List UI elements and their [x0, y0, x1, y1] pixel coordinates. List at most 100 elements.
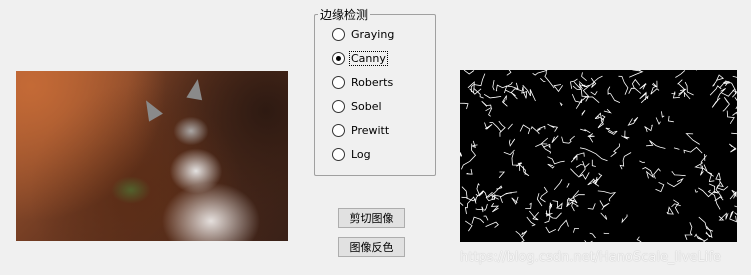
radio-prewitt[interactable]: Prewitt [332, 122, 390, 138]
edge-contour [607, 92, 621, 103]
radio-circle[interactable] [332, 51, 345, 65]
edge-contour [471, 216, 485, 224]
edge-contour [698, 216, 714, 232]
edge-contour [621, 130, 628, 140]
edge-contour [571, 93, 583, 109]
radio-roberts[interactable]: Roberts [332, 74, 394, 90]
edge-contour [694, 189, 699, 193]
edge-contour [712, 74, 725, 87]
group-legend: 边缘检测 [320, 8, 369, 22]
grass-patch [111, 176, 151, 204]
edge-contour [734, 205, 737, 215]
edge-contour [498, 120, 506, 137]
radio-circle[interactable] [332, 123, 345, 137]
radio-graying[interactable]: Graying [332, 26, 395, 42]
edge-contour [466, 168, 473, 175]
edge-contour [671, 171, 686, 177]
radio-circle[interactable] [332, 147, 345, 161]
edge-contour [483, 215, 489, 221]
edge-contour [511, 196, 519, 205]
edge-contour [516, 162, 526, 175]
edge-contour [511, 152, 521, 171]
edge-contour [561, 135, 575, 144]
edge-contour [521, 230, 528, 238]
edge-contour [671, 91, 680, 99]
edge-contour [532, 70, 548, 76]
edge-contour [644, 124, 653, 133]
edge-contour [584, 240, 593, 242]
edge-contour [507, 123, 513, 130]
edge-contour [472, 140, 478, 148]
radio-log[interactable]: Log [332, 146, 372, 162]
edge-contour [547, 163, 555, 169]
edge-contour [666, 177, 684, 188]
edge-contour [684, 222, 693, 240]
edge-contour [484, 122, 493, 130]
edge-contour [460, 152, 463, 157]
edge-contour [570, 168, 590, 180]
edge-contour [675, 70, 686, 78]
edge-contour [475, 190, 488, 203]
edge-contour [552, 200, 563, 210]
edge-contour [655, 117, 661, 125]
edge-contour [627, 117, 639, 126]
edge-contour [666, 206, 674, 215]
edge-contour [582, 77, 595, 97]
edge-contour [519, 124, 531, 135]
edge-contour [544, 70, 555, 89]
edge-contour [600, 212, 608, 220]
edge-contour [605, 127, 618, 135]
edge-contour [508, 138, 516, 147]
edge-contour [590, 91, 598, 96]
radio-label: Prewitt [351, 123, 390, 137]
edge-contour [505, 70, 512, 76]
edge-contour [495, 84, 508, 94]
radio-canny[interactable]: Canny [332, 50, 388, 66]
invert-image-button[interactable]: 图像反色 [338, 237, 405, 257]
edge-result-image [460, 70, 737, 242]
edge-contour [673, 199, 680, 214]
edge-contour [540, 137, 549, 145]
edge-contour [540, 78, 546, 82]
crop-image-button[interactable]: 剪切图像 [338, 208, 405, 228]
edge-contour [571, 190, 580, 212]
cat-ear-left [139, 96, 163, 122]
edge-contour [640, 95, 649, 104]
edge-contour [683, 146, 703, 154]
edge-contour [579, 160, 590, 177]
edge-contour [646, 140, 666, 149]
edge-contour [559, 101, 563, 107]
edge-contour [718, 212, 729, 221]
edge-contour [580, 128, 591, 134]
radio-sobel[interactable]: Sobel [332, 98, 383, 114]
radio-circle[interactable] [332, 75, 345, 89]
edge-map [460, 70, 737, 242]
edge-contour [706, 171, 715, 182]
edge-contour [528, 210, 540, 221]
edge-contour [498, 171, 506, 179]
edge-contour [729, 189, 737, 200]
edge-contour [575, 164, 584, 168]
edge-contour [726, 110, 735, 125]
radio-circle[interactable] [332, 99, 345, 113]
edge-contour [461, 143, 477, 170]
radio-circle[interactable] [332, 27, 345, 41]
edge-contour [653, 168, 661, 179]
edge-contour [715, 172, 721, 181]
edge-contour [553, 84, 564, 93]
edge-contour [719, 196, 724, 201]
edge-contour [639, 160, 645, 163]
source-image-cat [16, 71, 288, 241]
edge-contour [631, 78, 641, 89]
edge-contour [619, 152, 632, 170]
edge-contour [551, 135, 559, 143]
watermark: https://blog.csdn.net/HanoScale_liveLife [460, 250, 721, 265]
edge-contour [597, 190, 617, 202]
radio-label: Log [351, 147, 371, 161]
edge-contour [621, 214, 628, 224]
edge-contour [734, 97, 737, 110]
edge-contour [538, 125, 546, 130]
edge-contour [667, 115, 674, 123]
edge-contour [587, 203, 596, 210]
edge-contour [483, 93, 502, 99]
